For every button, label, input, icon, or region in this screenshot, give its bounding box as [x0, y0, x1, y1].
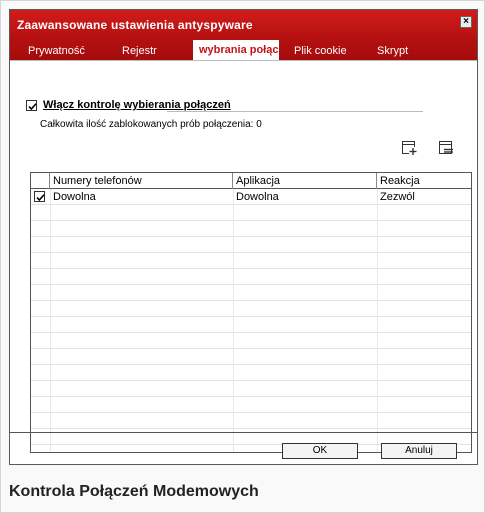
empty-row [31, 221, 471, 237]
tab-strip: Prywatność Rejestr wybrania połąc Plik c… [10, 40, 477, 60]
empty-row [31, 237, 471, 253]
column-separator [50, 189, 51, 452]
title-bar: Zaawansowane ustawienia antyspyware × Pr… [10, 10, 477, 60]
tab-dial-control[interactable]: wybrania połąc [193, 40, 279, 60]
antispyware-settings-dialog: Zaawansowane ustawienia antyspyware × Pr… [9, 9, 478, 465]
empty-row [31, 301, 471, 317]
screenshot-frame: Zaawansowane ustawienia antyspyware × Pr… [0, 0, 485, 513]
empty-row [31, 413, 471, 429]
window-title: Zaawansowane ustawienia antyspyware [17, 18, 253, 32]
checkmark-icon [28, 102, 37, 110]
section-divider [167, 111, 423, 112]
empty-row [31, 381, 471, 397]
row-application: Dowolna [236, 191, 279, 203]
row-action: Zezwól [380, 191, 415, 203]
table-row[interactable]: Dowolna Dowolna Zezwól [31, 189, 471, 205]
empty-row [31, 205, 471, 221]
column-separator [233, 189, 234, 452]
column-separator [377, 189, 378, 452]
header-phone-numbers[interactable]: Numery telefonów [50, 173, 233, 189]
dial-rules-table: Numery telefonów Aplikacja Reakcja Dowol… [30, 172, 472, 453]
enable-dial-control-label[interactable]: Włącz kontrolę wybierania połączeń [43, 99, 231, 111]
tab-script[interactable]: Skrypt [377, 43, 427, 60]
tab-panel: Włącz kontrolę wybierania połączeń Całko… [10, 60, 477, 453]
blocked-attempts-count: Całkowita ilość zablokowanych prób połąc… [40, 119, 262, 130]
empty-row [31, 269, 471, 285]
empty-row [31, 285, 471, 301]
empty-row [31, 365, 471, 381]
empty-row [31, 317, 471, 333]
screenshot-caption: Kontrola Połączeń Modemowych [9, 483, 259, 500]
table-header-row: Numery telefonów Aplikacja Reakcja [31, 173, 471, 189]
tab-cookie[interactable]: Plik cookie [294, 43, 354, 60]
empty-row [31, 397, 471, 413]
header-check-column [31, 173, 50, 189]
row-enable-checkbox[interactable] [34, 191, 45, 202]
empty-row [31, 333, 471, 349]
row-phone-numbers: Dowolna [53, 191, 96, 203]
header-application[interactable]: Aplikacja [233, 173, 377, 189]
header-action[interactable]: Reakcja [377, 173, 471, 189]
empty-row [31, 253, 471, 269]
cancel-button[interactable]: Anuluj [381, 443, 457, 459]
checkmark-icon [36, 194, 45, 202]
tab-registry[interactable]: Rejestr [122, 43, 172, 60]
empty-row [31, 349, 471, 365]
add-rule-icon[interactable] [400, 138, 418, 156]
tab-privacy[interactable]: Prywatność [28, 43, 94, 60]
enable-dial-control-checkbox[interactable] [26, 99, 37, 111]
enable-dial-control-row: Włącz kontrolę wybierania połączeń [26, 99, 231, 111]
close-button[interactable]: × [460, 16, 472, 28]
edit-rule-icon[interactable] [437, 138, 455, 156]
footer-divider [10, 432, 477, 433]
ok-button[interactable]: OK [282, 443, 358, 459]
